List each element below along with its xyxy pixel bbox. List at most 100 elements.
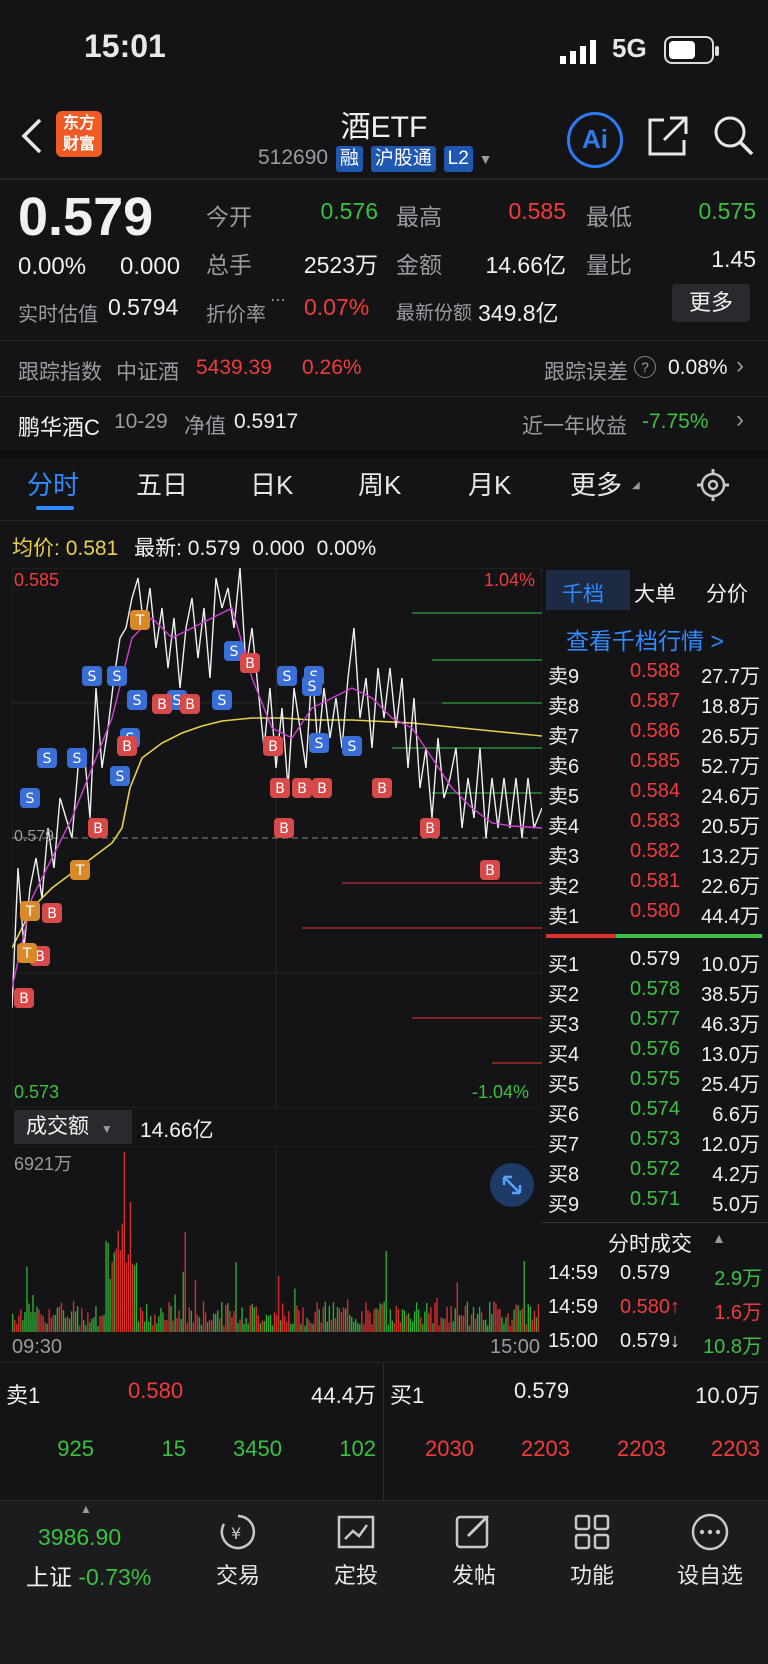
bid-price[interactable]: 0.572: [600, 1158, 680, 1181]
tab-more[interactable]: 更多: [570, 465, 622, 502]
ask-label: 卖5: [548, 786, 580, 808]
ask-order-size: 102: [339, 1436, 376, 1461]
nav-watchlist-label[interactable]: 设自选: [670, 1558, 750, 1590]
bid-order-size: 2030: [425, 1436, 474, 1461]
bid-volume: 4.2万: [712, 1164, 760, 1186]
tab-weekly-k[interactable]: 周K: [358, 465, 401, 502]
tab-monthly-k[interactable]: 月K: [468, 465, 511, 502]
volume-bar: [219, 1318, 221, 1332]
bid-price[interactable]: 0.578: [600, 978, 680, 1001]
more-button[interactable]: 更多: [672, 284, 750, 322]
nav-trade-label[interactable]: 交易: [206, 1558, 270, 1590]
volume-bar: [245, 1317, 247, 1332]
bid-label: 买1: [548, 954, 580, 976]
post-icon[interactable]: [454, 1512, 494, 1557]
change-pct: 0.00%: [18, 253, 87, 280]
volume-bar: [359, 1324, 361, 1332]
tab-intraday[interactable]: 分时: [27, 465, 79, 502]
ai-button[interactable]: Ai: [567, 112, 623, 168]
latest-label: 最新:: [134, 537, 182, 560]
ask-price[interactable]: 0.584: [600, 780, 680, 803]
side-tab-price-dist[interactable]: 分价: [706, 578, 748, 608]
info-dots-icon[interactable]: ⋯: [270, 290, 286, 310]
volume-bar: [446, 1306, 448, 1332]
volume-bar: [38, 1309, 40, 1332]
bid-price[interactable]: 0.579: [600, 948, 680, 971]
bid-volume: 5.0万: [712, 1194, 760, 1216]
volume-bar: [296, 1305, 298, 1332]
fund-name[interactable]: 鹏华酒C: [18, 410, 100, 442]
volume-bar: [217, 1310, 219, 1332]
side-tab-levels[interactable]: 千档: [562, 578, 604, 608]
volume-bar: [340, 1311, 343, 1332]
bid-price[interactable]: 0.573: [600, 1128, 680, 1151]
volume-bar: [26, 1266, 28, 1332]
volume-bar: [444, 1318, 446, 1332]
volume-bar: [535, 1317, 538, 1332]
volume-bar: [476, 1313, 479, 1332]
ask-volume: 26.5万: [701, 726, 760, 748]
ask-price[interactable]: 0.581: [600, 870, 680, 893]
bid-price[interactable]: 0.574: [600, 1098, 680, 1121]
expand-chart-button[interactable]: [490, 1163, 534, 1207]
trade-marker-label: S: [26, 791, 35, 807]
ask-price[interactable]: 0.588: [600, 660, 680, 683]
bid-price[interactable]: 0.577: [600, 1008, 680, 1031]
volume-bar: [109, 1279, 111, 1332]
tab-five-day[interactable]: 五日: [136, 465, 188, 502]
volume-bar: [237, 1322, 239, 1332]
more-dots-icon[interactable]: [690, 1512, 730, 1557]
bid-price[interactable]: 0.571: [600, 1188, 680, 1211]
volume-bar: [531, 1320, 534, 1332]
volume-bar: [16, 1324, 18, 1332]
dropdown-icon[interactable]: ▼: [479, 151, 493, 167]
tracking-index-name[interactable]: 中证酒: [116, 356, 179, 386]
search-icon[interactable]: [712, 114, 756, 163]
help-icon[interactable]: ?: [634, 356, 656, 378]
bid-price[interactable]: 0.576: [600, 1038, 680, 1061]
volume-bar: [399, 1321, 402, 1332]
volume-bar: [344, 1308, 347, 1332]
view-levels-link[interactable]: 查看千档行情 >: [566, 622, 724, 656]
functions-icon[interactable]: [572, 1512, 612, 1557]
volume-selector[interactable]: 成交额 ▼: [14, 1110, 132, 1144]
trade-icon[interactable]: ¥: [218, 1512, 258, 1557]
nav-functions-label[interactable]: 功能: [560, 1558, 624, 1590]
security-code: 512690: [258, 146, 329, 169]
invest-plan-icon[interactable]: [336, 1512, 376, 1557]
share-icon[interactable]: [646, 114, 690, 163]
nav-invest-label[interactable]: 定投: [324, 1558, 388, 1590]
volume-bar: [456, 1282, 458, 1332]
volume-bar: [188, 1307, 191, 1332]
volume-bar: [304, 1325, 306, 1332]
ask-price[interactable]: 0.583: [600, 810, 680, 833]
settings-icon[interactable]: [696, 468, 730, 507]
trade-markers: SSSSSSSSSSSSSSSSBBBBBBBBBBBBBBBBTTTT: [14, 610, 500, 1008]
side-tab-big-orders[interactable]: 大单: [634, 578, 676, 608]
ask-price[interactable]: 0.582: [600, 840, 680, 863]
bid-price[interactable]: 0.575: [600, 1068, 680, 1091]
volume-bar: [166, 1320, 168, 1332]
volume-bar: [200, 1324, 203, 1332]
ask-price[interactable]: 0.580: [600, 900, 680, 923]
trade-marker-label: B: [47, 906, 57, 922]
nav-post-label[interactable]: 发帖: [442, 1558, 506, 1590]
bid-volume: 46.3万: [701, 1014, 760, 1036]
intraday-chart[interactable]: SSSSSSSSSSSSSSSSBBBBBBBBBBBBBBBBTTTT: [11, 567, 543, 1109]
market-index-row[interactable]: 上证 -0.73%: [26, 1558, 151, 1592]
ask-price[interactable]: 0.587: [600, 690, 680, 713]
tab-daily-k[interactable]: 日K: [250, 465, 293, 502]
volume-bar: [54, 1315, 57, 1332]
volume-bar: [436, 1297, 438, 1332]
latest-pct: 0.00%: [316, 537, 377, 560]
chevron-right-icon[interactable]: ›: [736, 406, 744, 434]
ask-price[interactable]: 0.585: [600, 750, 680, 773]
volume-bar: [405, 1315, 408, 1332]
market-index-value[interactable]: 3986.90: [38, 1524, 121, 1551]
volume-bar: [320, 1322, 322, 1332]
chevron-right-icon[interactable]: ›: [736, 352, 744, 380]
ask-price[interactable]: 0.586: [600, 720, 680, 743]
volume-bar: [497, 1309, 499, 1332]
volume-value: 2523万: [303, 252, 378, 278]
ticks-header[interactable]: 分时成交: [608, 1228, 692, 1258]
